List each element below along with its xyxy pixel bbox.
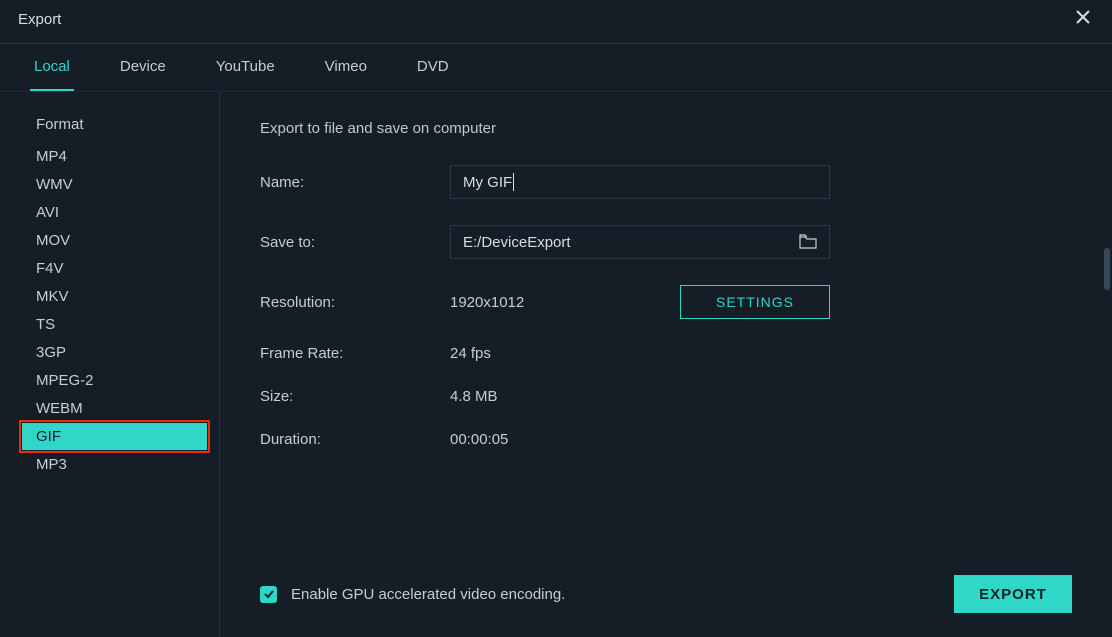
format-item-mp4[interactable]: MP4 [0, 143, 219, 170]
gpu-checkbox[interactable] [260, 586, 277, 603]
saveto-label: Save to: [260, 234, 450, 251]
format-item-avi[interactable]: AVI [0, 199, 219, 226]
framerate-label: Frame Rate: [260, 345, 450, 362]
format-item-gif[interactable]: GIF [22, 423, 207, 450]
format-item-webm[interactable]: WEBM [0, 395, 219, 422]
folder-icon[interactable] [799, 234, 817, 253]
export-tabs: Local Device YouTube Vimeo DVD [0, 44, 1112, 92]
tab-dvd[interactable]: DVD [413, 44, 453, 91]
format-item-f4v[interactable]: F4V [0, 255, 219, 282]
name-label: Name: [260, 174, 450, 191]
size-label: Size: [260, 388, 450, 405]
duration-label: Duration: [260, 431, 450, 448]
tab-youtube[interactable]: YouTube [212, 44, 279, 91]
saveto-input[interactable]: E:/DeviceExport [450, 225, 830, 259]
tab-local[interactable]: Local [30, 44, 74, 91]
settings-button[interactable]: SETTINGS [680, 285, 830, 319]
duration-value: 00:00:05 [450, 431, 508, 448]
framerate-value: 24 fps [450, 345, 491, 362]
tab-vimeo[interactable]: Vimeo [321, 44, 371, 91]
tab-device[interactable]: Device [116, 44, 170, 91]
gpu-label: Enable GPU accelerated video encoding. [291, 586, 565, 603]
size-value: 4.8 MB [450, 388, 498, 405]
resolution-value: 1920x1012 [450, 294, 630, 311]
close-icon[interactable] [1072, 6, 1094, 33]
panel-title: Export to file and save on computer [260, 120, 1072, 137]
format-item-mp3[interactable]: MP3 [0, 451, 219, 478]
format-item-wmv[interactable]: WMV [0, 171, 219, 198]
format-item-mkv[interactable]: MKV [0, 283, 219, 310]
format-item-mpeg2[interactable]: MPEG-2 [0, 367, 219, 394]
name-value: My GIF [463, 174, 512, 191]
saveto-value: E:/DeviceExport [463, 234, 571, 251]
text-cursor [513, 173, 514, 191]
name-input[interactable]: My GIF [450, 165, 830, 199]
vertical-scrollbar[interactable] [1104, 248, 1110, 290]
format-item-3gp[interactable]: 3GP [0, 339, 219, 366]
resolution-label: Resolution: [260, 294, 450, 311]
window-title: Export [18, 11, 61, 28]
format-item-mov[interactable]: MOV [0, 227, 219, 254]
format-item-ts[interactable]: TS [0, 311, 219, 338]
sidebar-heading: Format [0, 116, 219, 143]
export-button[interactable]: EXPORT [954, 575, 1072, 613]
